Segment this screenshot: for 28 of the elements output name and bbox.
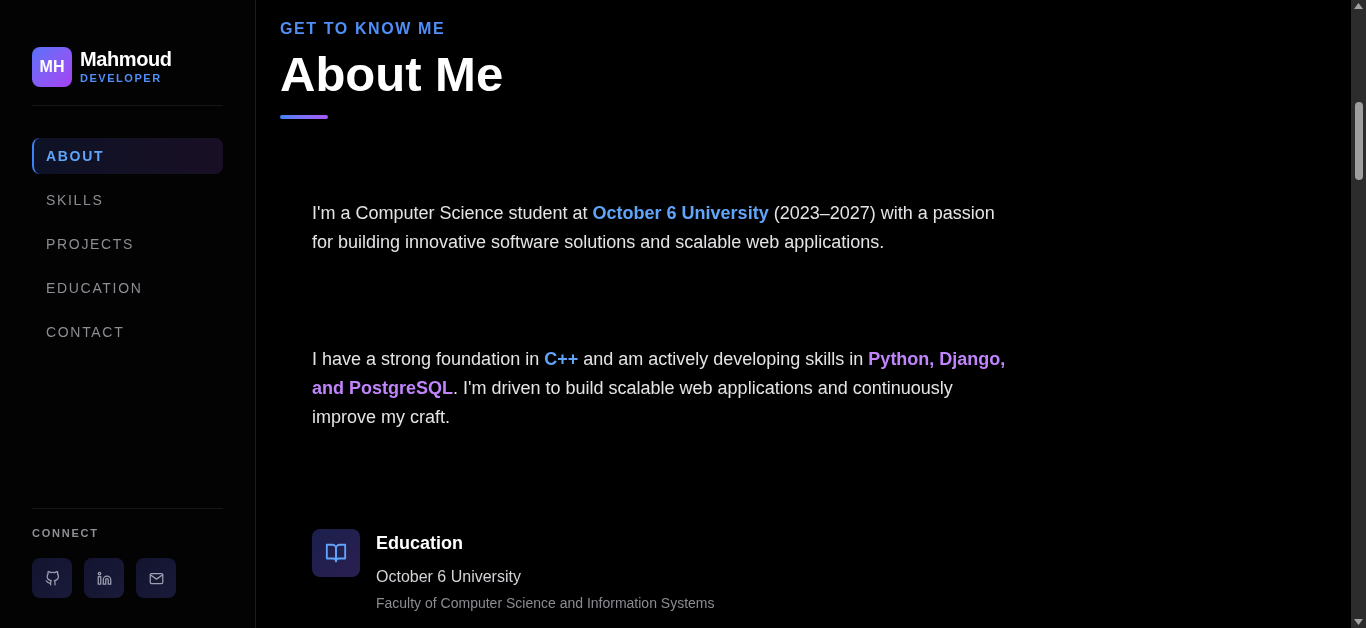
github-icon	[44, 570, 60, 586]
nav-item[interactable]: EDUCATION	[32, 270, 223, 306]
email-button[interactable]	[136, 558, 176, 598]
scrollbar[interactable]	[1351, 0, 1366, 628]
mail-icon	[148, 570, 164, 586]
brand-role: DEVELOPER	[80, 71, 163, 86]
nav-item[interactable]: CONTACT	[32, 314, 223, 350]
section-title: About Me	[280, 50, 504, 99]
book-icon	[325, 542, 347, 564]
scroll-down-arrow-icon[interactable]	[1354, 619, 1363, 625]
nav-item[interactable]: SKILLS	[32, 182, 223, 218]
logo-tile: MH	[32, 47, 72, 87]
nav-item[interactable]: ABOUT	[32, 138, 223, 174]
github-button[interactable]	[32, 558, 72, 598]
connect-heading: CONNECT	[32, 526, 100, 541]
linkedin-icon	[96, 570, 112, 586]
scroll-up-arrow-icon[interactable]	[1354, 3, 1363, 9]
faculty-name: Faculty of Computer Science and Information Systems	[376, 594, 715, 613]
linkedin-button[interactable]	[84, 558, 124, 598]
section-eyebrow: GET TO KNOW ME	[280, 19, 446, 39]
scrollbar-thumb[interactable]	[1354, 102, 1363, 180]
about-paragraph: I'm a Computer Science student at October 6 University (2023–2027) with a passion for building innovative software solutions and scalable web applications.	[312, 202, 996, 254]
about-paragraph: I have a strong foundation in C++ and am actively developing skills in Python, Django, and PostgreSQL. I'm driven to build scalable web applications and continuously improve my craft.	[312, 348, 1007, 429]
education-heading: Education	[376, 532, 463, 555]
brand-name: Mahmoud	[80, 48, 172, 70]
nav-item[interactable]: PROJECTS	[32, 226, 223, 262]
school-name: October 6 University	[376, 567, 521, 587]
title-underline	[280, 115, 328, 119]
